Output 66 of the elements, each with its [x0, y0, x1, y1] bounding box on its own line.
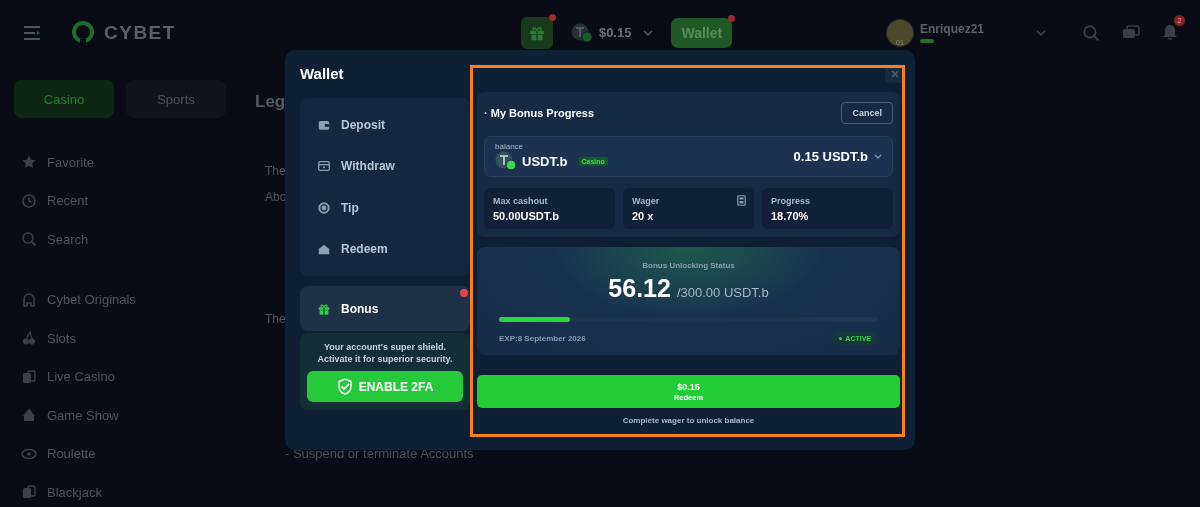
box-icon [317, 159, 331, 174]
sidebar-item[interactable]: Search [47, 231, 89, 247]
logo-text: CYBET [104, 21, 176, 44]
status-title: Bonus Unlocking Status [641, 261, 736, 270]
enable-2fa-button[interactable]: ENABLE 2FA [307, 371, 463, 402]
sidebar-item[interactable]: Game Show [47, 407, 119, 423]
balance-amount[interactable]: $0.15 [598, 25, 632, 40]
calculator-icon[interactable] [737, 195, 746, 206]
security-message: Your account's super shield. Activate it for superior security. [316, 341, 454, 365]
sidebar-item[interactable]: Recent [47, 193, 89, 209]
stat-label: Max cashout [493, 196, 548, 206]
cancel-button[interactable]: Cancel [841, 102, 893, 124]
token-icon [495, 151, 517, 171]
sidebar-item[interactable]: Slots [47, 330, 76, 346]
bell-icon[interactable] [1162, 24, 1178, 41]
wallet-nav-item[interactable]: Tip [300, 187, 470, 229]
chevron-icon [874, 153, 882, 160]
dialog-title: Wallet [300, 65, 345, 82]
body-text: - Suspend or terminate Accounts [285, 446, 474, 461]
chat-icon[interactable] [1122, 24, 1140, 41]
wallet-nav-item[interactable]: Withdraw [300, 145, 470, 187]
coin-icon [317, 200, 331, 215]
username: Enriquez21 [919, 22, 984, 36]
target-amount: /300.00 USDT.b [676, 285, 769, 300]
logo-icon [70, 19, 96, 46]
clock-icon [21, 192, 37, 209]
search-icon [21, 231, 37, 248]
sidebar-item[interactable]: Blackjack [47, 484, 102, 500]
body-text: The [265, 164, 286, 178]
sidebar-item[interactable]: Favorite [47, 154, 94, 170]
search-icon [1082, 23, 1100, 42]
chevron-icon [643, 28, 654, 37]
wallet-nav-item[interactable]: Bonus [300, 286, 470, 331]
cards-icon [21, 368, 37, 385]
stat-value: 50.00USDT.b [493, 210, 561, 222]
expiry-date: EXP:8 September 2026 [499, 334, 586, 343]
menu-icon[interactable] [22, 24, 42, 41]
unlocked-amount: 56.12 [608, 274, 671, 303]
close-icon [890, 68, 900, 79]
body-text: The [265, 312, 286, 326]
cherry-icon [21, 330, 37, 347]
house-icon [317, 242, 331, 257]
wallet-button[interactable]: Wallet [671, 17, 733, 48]
gift-icon [317, 301, 331, 316]
category-tab[interactable]: Sports [126, 80, 226, 118]
stat-label: Wager [632, 196, 660, 206]
chevron-icon[interactable] [1036, 28, 1046, 37]
gift-button[interactable] [520, 16, 553, 49]
stat-value: 18.70% [771, 210, 810, 222]
category-tab[interactable]: Casino [14, 80, 114, 118]
wallet-nav-item[interactable]: Redeem [300, 228, 470, 270]
section-title: · My Bonus Progress [484, 107, 595, 119]
level-bar [919, 39, 934, 43]
sidebar-item[interactable]: Live Casino [47, 369, 115, 385]
notification-badge: 2 [1174, 15, 1185, 26]
sidebar-item[interactable]: Roulette [47, 446, 96, 462]
page-heading: Leg [255, 92, 286, 112]
sidebar-item[interactable]: Cybet Originals [47, 292, 136, 308]
hint-text: Complete wager to unlock balance [621, 416, 756, 425]
shield-check-icon [336, 378, 353, 395]
cards-icon [21, 484, 37, 501]
stat-label: Progress [771, 196, 811, 206]
wallet-nav-item[interactable]: Deposit [300, 104, 470, 146]
star-icon [21, 154, 37, 171]
token-icon [570, 22, 593, 43]
stat-value: 20 x [632, 210, 655, 222]
